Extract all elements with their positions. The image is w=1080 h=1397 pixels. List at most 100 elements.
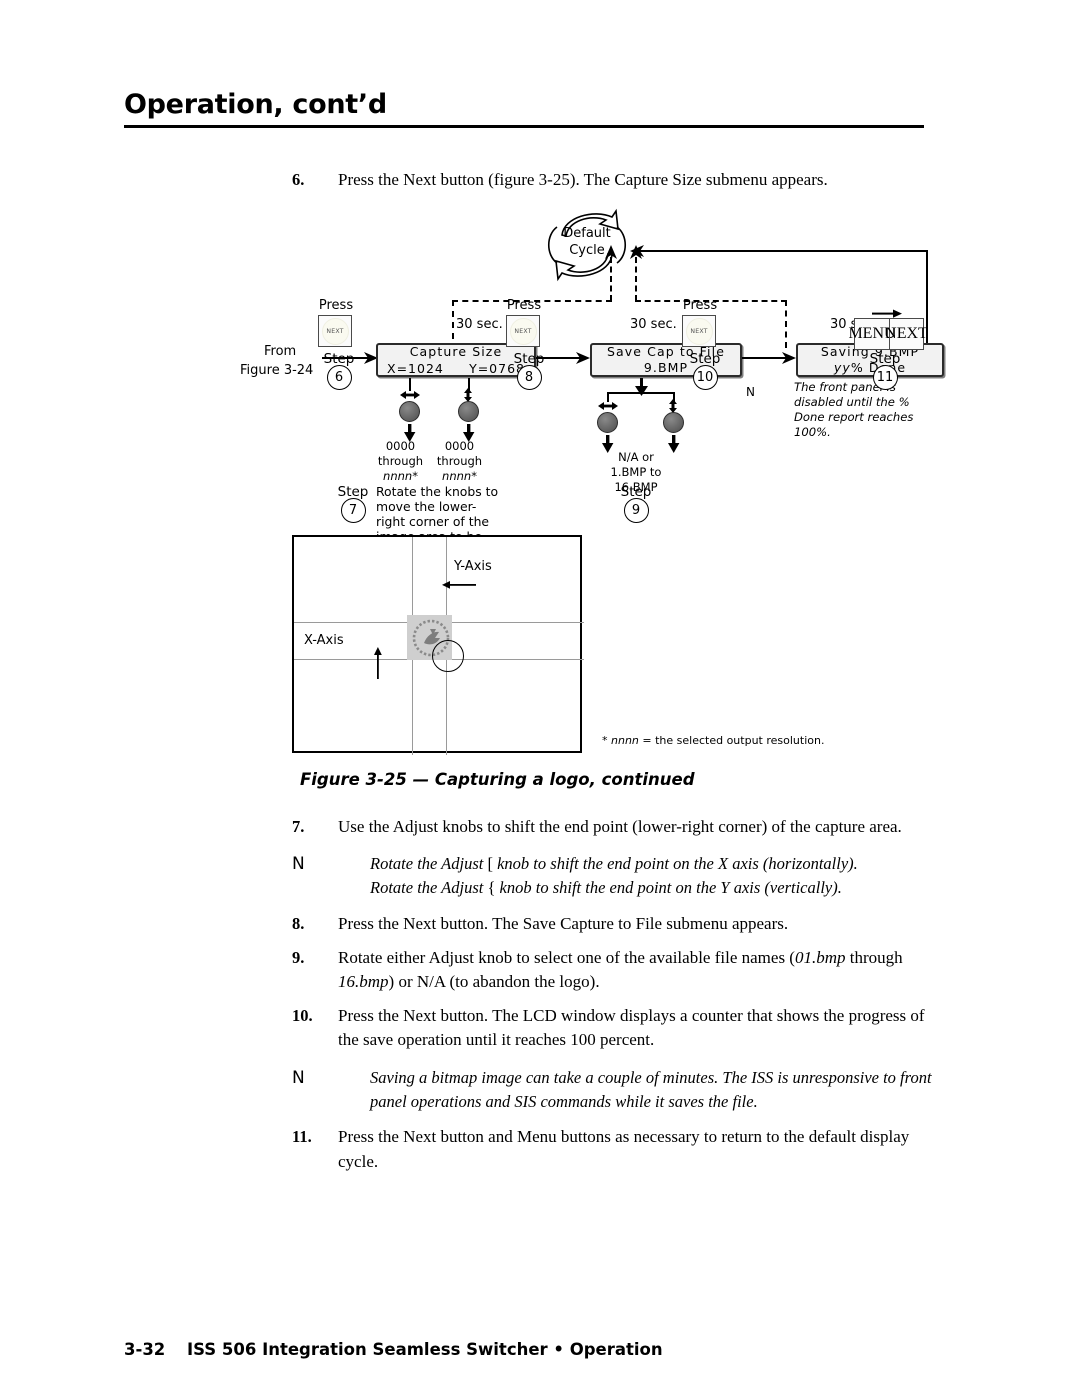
step-marker-6: Step 6 (314, 352, 364, 390)
step-marker-8: Step 8 (504, 351, 554, 390)
arrow-up-icon (605, 245, 617, 259)
step-item: 9. Rotate either Adjust knob to select o… (292, 946, 932, 994)
from-label-line1: From (264, 344, 297, 359)
step-marker-7: Step 7 (328, 484, 378, 523)
y-axis-arrow-icon (442, 581, 476, 589)
next-button-glyph-1: NEXT (321, 317, 349, 345)
page-header: Operation, cont’d (124, 90, 924, 128)
note-block-1: N Rotate the Adjust [ knob to shift the … (292, 852, 932, 900)
step9-filename-first: 01.bmp (794, 948, 846, 968)
step-number: 7. (292, 817, 305, 836)
next-button-glyph-4: NEXT (885, 325, 928, 342)
step-number: 9. (292, 948, 305, 968)
arrow-left-icon (630, 245, 644, 257)
step-marker-6-number: 6 (326, 364, 352, 390)
lcd-capture-size-x: X=1024 (387, 360, 444, 376)
step-number: 8. (292, 913, 305, 933)
figure-caption: Figure 3-25 — Capturing a logo, continue… (300, 770, 695, 789)
footnote-star: * (602, 734, 608, 747)
vertical-adjust-icon-y (464, 388, 472, 402)
step-marker-9: Step 9 (611, 484, 661, 523)
step-number: 10. (292, 1006, 313, 1026)
step-text: Use the Adjust knobs to shift the end po… (338, 817, 902, 836)
default-cycle-label-line1: Default (563, 226, 611, 241)
step-marker-11-number: 11 (872, 364, 898, 390)
figure-3-25-diagram: Default Cycle Press NEXT From Figure 3-2… (240, 205, 944, 765)
press-label-2: Press (506, 298, 542, 313)
file-range-0: N/A or (618, 450, 654, 464)
note-line1-a: Rotate the Adjust (370, 854, 488, 874)
step-item: 10. Press the Next button. The LCD windo… (292, 1004, 932, 1052)
step-text: Press the Next button (figure 3-25). The… (338, 170, 828, 189)
steps-before-figure: 6. Press the Next button (figure 3-25). … (292, 168, 932, 201)
note-text-1: Rotate the Adjust [ knob to shift the en… (370, 852, 932, 900)
arrow-right-icon-2 (576, 352, 590, 364)
knob-range-x-2: nnnn* (383, 469, 418, 483)
lcd-capture-size-title: Capture Size (409, 344, 503, 360)
note-line-2: Rotate the Adjust { knob to shift the en… (370, 876, 932, 900)
note-line2-b: knob to shift the end point on the Y axi… (495, 878, 842, 898)
step-marker-8-label: Step (513, 351, 545, 367)
step9-filename-last: 16.bmp (338, 972, 389, 992)
step-item: 8. Press the Next button. The Save Captu… (292, 912, 932, 936)
knob-range-y-0: 0000 (444, 439, 475, 453)
step-item: 7. Use the Adjust knobs to shift the end… (292, 815, 932, 839)
knob-range-y-2: nnnn* (442, 469, 477, 483)
note-icon-2: N (292, 1067, 305, 1088)
arrow-right-icon-3 (782, 352, 796, 364)
step-marker-11: Step 11 (860, 351, 910, 390)
endpoint-marker-circle (432, 640, 464, 672)
knob-range-y-1: through (436, 454, 483, 468)
next-button-3[interactable]: NEXT (682, 315, 716, 347)
flow-arrow-line-3 (742, 357, 786, 359)
step-marker-9-label: Step (620, 484, 652, 500)
step-marker-11-label: Step (869, 351, 901, 367)
note-line2-a: Rotate the Adjust (370, 878, 488, 898)
page-title: Operation, cont’d (124, 89, 387, 120)
step-marker-10-label: Step (689, 351, 721, 367)
timeout-line-capture-up (610, 257, 612, 301)
step-text: Press the Next button. The LCD window di… (338, 1006, 925, 1050)
menu-button[interactable]: MENU (848, 319, 895, 349)
menu-next-button-pair[interactable]: MENU NEXT (848, 318, 928, 350)
page-number: 3-32 (124, 1340, 166, 1359)
note-text-2: Saving a bitmap image can take a couple … (370, 1067, 932, 1111)
footnote-variable: nnnn (611, 734, 639, 747)
file-range-1: 1.BMP to (610, 465, 662, 479)
figure-footnote: * nnnn = the selected output resolution. (602, 734, 824, 747)
next-button-4[interactable]: NEXT (885, 319, 928, 349)
document-page: Operation, cont’d 6. Press the Next butt… (0, 0, 1080, 1397)
knob-bracket-horiz (607, 392, 675, 394)
step-marker-7-label: Step (337, 484, 369, 500)
timeout-line-saving-up (635, 257, 637, 301)
saving-note-icon: N (746, 385, 755, 399)
header-rule (124, 124, 924, 128)
next-button-1[interactable]: NEXT (318, 315, 352, 347)
horizontal-adjust-icon-file (598, 402, 618, 410)
x-axis-label: X-Axis (304, 633, 344, 648)
from-label-line2: Figure 3-24 (240, 363, 314, 378)
footnote-definition: = the selected output resolution. (638, 734, 825, 747)
step-marker-9-number: 9 (623, 497, 649, 523)
capture-area-illustration: Y-Axis X-Axis (292, 535, 584, 755)
lcd-saving-progress-var: yy (833, 360, 851, 375)
next-button-glyph-2: NEXT (509, 317, 537, 345)
adjust-knob-x[interactable] (399, 401, 420, 422)
adjust-knob-file-x[interactable] (597, 412, 618, 433)
press-label-1: Press (318, 298, 354, 313)
adjust-knob-file-y[interactable] (663, 412, 684, 433)
timeout-label-2: 30 sec. (630, 317, 677, 332)
step-marker-7-number: 7 (340, 497, 366, 523)
next-button-glyph-3: NEXT (685, 317, 713, 345)
x-axis-arrow-icon (374, 647, 382, 679)
adjust-knob-y[interactable] (458, 401, 479, 422)
step-marker-10: Step 10 (680, 351, 730, 390)
next-button-2[interactable]: NEXT (506, 315, 540, 347)
step-item: 6. Press the Next button (figure 3-25). … (292, 168, 932, 192)
step-text: Rotate either Adjust knob to select one … (338, 946, 932, 994)
knob-range-x-0: 0000 (385, 439, 416, 453)
return-line-horiz (638, 250, 928, 252)
timeout-label-1: 30 sec. (456, 317, 503, 332)
step9-c: ) or N/A (to abandon the logo). (388, 972, 600, 992)
step-number: 6. (292, 170, 305, 189)
